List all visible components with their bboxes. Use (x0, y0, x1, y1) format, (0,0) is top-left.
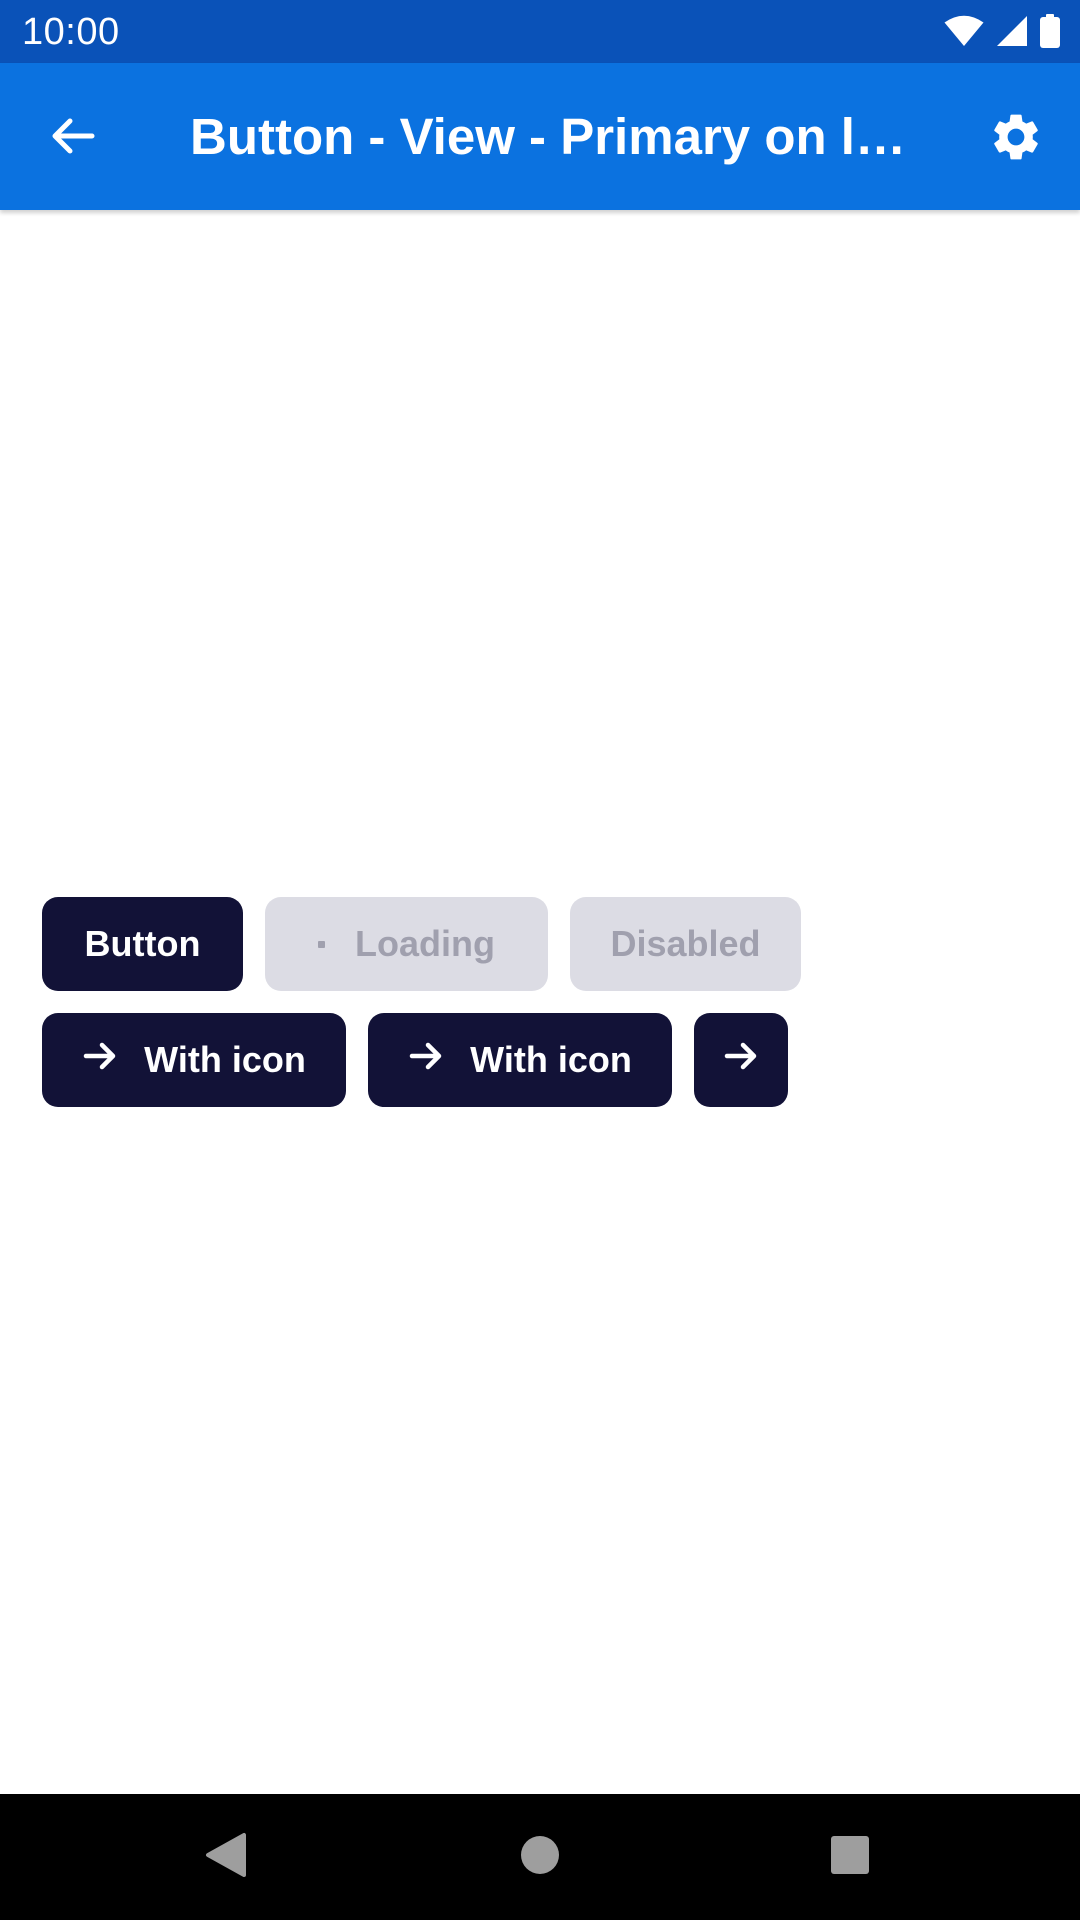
status-icons (944, 13, 1060, 49)
settings-button[interactable] (984, 107, 1048, 171)
nav-back-icon (204, 1831, 248, 1884)
primary-button[interactable]: Button (42, 897, 243, 991)
icon-only-button[interactable] (694, 1013, 788, 1107)
status-time: 10:00 (22, 11, 120, 53)
cell-signal-icon (996, 15, 1028, 47)
arrow-right-icon (408, 1038, 444, 1082)
loading-spinner-icon (318, 940, 325, 948)
button-label: With icon (470, 1039, 632, 1080)
nav-back-button[interactable] (166, 1794, 286, 1920)
button-row-states: Button Loading Disabled (42, 897, 801, 991)
gear-icon (988, 109, 1044, 170)
screen: 10:00 Button - View - Primary on light B… (0, 0, 1080, 1920)
with-icon-button[interactable]: With icon (42, 1013, 346, 1107)
loading-button: Loading (265, 897, 548, 991)
nav-home-icon (520, 1835, 560, 1880)
arrow-right-icon (723, 1038, 759, 1082)
status-bar: 10:00 (0, 0, 1080, 63)
nav-recents-button[interactable] (790, 1794, 910, 1920)
disabled-button: Disabled (570, 897, 801, 991)
nav-recents-icon (830, 1835, 870, 1880)
arrow-back-icon (48, 112, 96, 165)
nav-home-button[interactable] (480, 1794, 600, 1920)
button-row-icons: With icon With icon (42, 1013, 788, 1107)
app-bar: Button - View - Primary on light (0, 63, 1080, 210)
arrow-right-icon (82, 1038, 118, 1082)
wifi-icon (944, 15, 984, 47)
page-title: Button - View - Primary on light (190, 108, 920, 165)
back-button[interactable] (40, 106, 104, 170)
button-label: Disabled (610, 923, 761, 964)
button-label: Loading (355, 923, 495, 964)
battery-icon (1040, 14, 1060, 48)
system-navigation-bar (0, 1794, 1080, 1920)
with-icon-button-2[interactable]: With icon (368, 1013, 672, 1107)
button-label: With icon (144, 1039, 306, 1080)
button-label: Button (84, 923, 201, 964)
